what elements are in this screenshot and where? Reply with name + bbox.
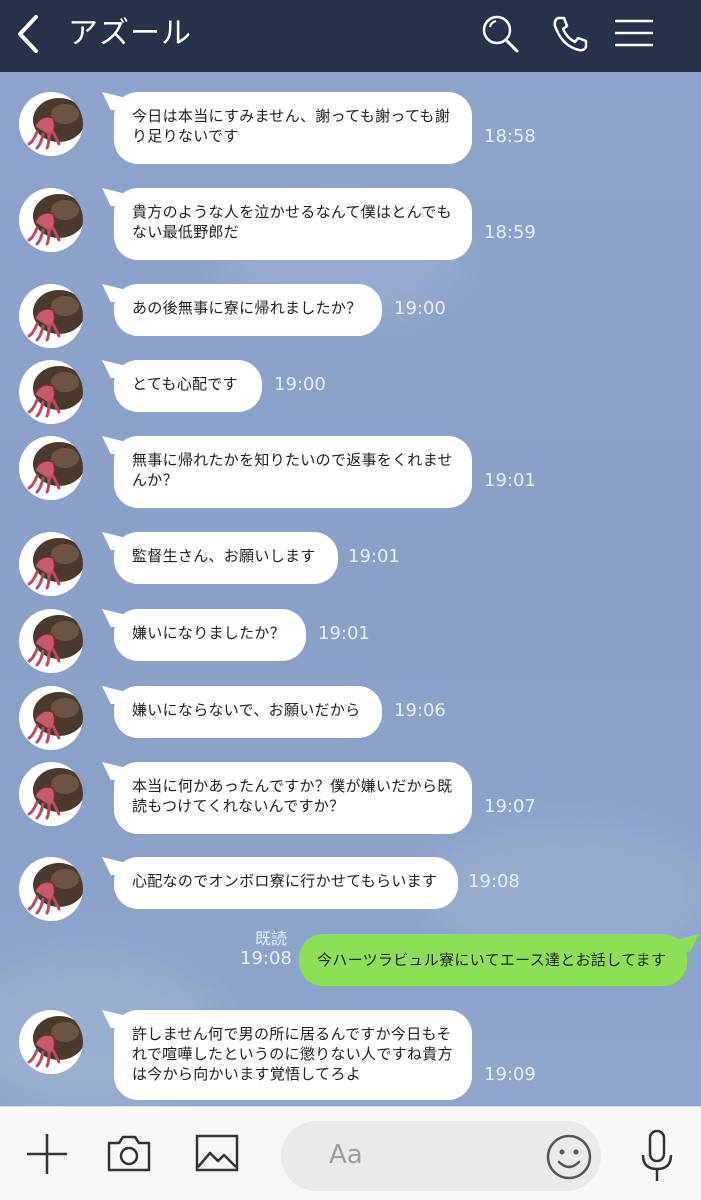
message-bubble: 無事に帰れたかを知りたいので返事をくれませ んか？	[114, 436, 472, 508]
menu-icon[interactable]	[614, 14, 654, 54]
avatar[interactable]	[19, 1010, 83, 1074]
read-receipt: 既読	[255, 929, 288, 948]
message-bubble: とても心配です	[114, 360, 262, 412]
avatar[interactable]	[19, 762, 83, 826]
camera-icon[interactable]	[106, 1133, 152, 1173]
message-time: 19:00	[274, 374, 326, 395]
avatar[interactable]	[19, 92, 83, 156]
message-time: 18:58	[484, 126, 536, 147]
message-bubble: 貴方のような人を泣かせるなんて僕はとんでも ない最低野郎だ	[114, 188, 472, 260]
chat-header: アズール	[0, 0, 701, 72]
message-time: 19:07	[484, 796, 536, 817]
avatar[interactable]	[19, 857, 83, 921]
message-input[interactable]: Aa	[281, 1121, 601, 1191]
message-bubble: 嫌いになりましたか？	[114, 609, 306, 661]
avatar[interactable]	[19, 686, 83, 750]
avatar[interactable]	[19, 436, 83, 500]
sent-message-time: 19:08	[240, 948, 292, 969]
message-time: 18:59	[484, 222, 536, 243]
input-toolbar: Aa	[0, 1106, 701, 1200]
message-bubble: 許しません何で男の所に居るんですか今日もそ れで喧嘩したというのに懲りない人です…	[114, 1010, 472, 1100]
chat-screen: アズール 今日は本当にすみません、謝っても謝っても謝 り足りないです 18:58…	[0, 0, 701, 1200]
message-time: 19:00	[394, 298, 446, 319]
avatar[interactable]	[19, 360, 83, 424]
avatar[interactable]	[19, 532, 83, 596]
back-chevron-icon[interactable]	[14, 14, 44, 54]
message-bubble: 今日は本当にすみません、謝っても謝っても謝 り足りないです	[114, 92, 472, 164]
message-time: 19:06	[394, 700, 446, 721]
message-bubble: 本当に何かあったんですか？僕が嫌いだから既 読もつけてくれないんですか？	[114, 762, 472, 834]
sent-message-bubble: 今ハーツラビュル寮にいてエース達とお話してます	[299, 934, 687, 986]
message-time: 19:01	[348, 546, 400, 567]
message-time: 19:01	[484, 470, 536, 491]
avatar[interactable]	[19, 609, 83, 673]
message-time: 19:09	[484, 1064, 536, 1085]
message-input-placeholder: Aa	[329, 1140, 363, 1170]
plus-icon[interactable]	[26, 1133, 68, 1175]
microphone-icon[interactable]	[640, 1129, 674, 1183]
avatar[interactable]	[19, 188, 83, 252]
chat-title: アズール	[68, 16, 192, 51]
search-icon[interactable]	[480, 14, 520, 54]
image-icon[interactable]	[194, 1133, 240, 1173]
message-bubble: 心配なのでオンボロ寮に行かせてもらいます	[114, 857, 458, 909]
message-bubble: 嫌いにならないで、お願いだから	[114, 686, 382, 738]
message-time: 19:08	[468, 871, 520, 892]
message-time: 19:01	[318, 623, 370, 644]
message-bubble: 監督生さん、お願いします	[114, 532, 338, 584]
avatar[interactable]	[19, 284, 83, 348]
message-bubble: あの後無事に寮に帰れましたか？	[114, 284, 382, 336]
smiley-icon[interactable]	[545, 1133, 593, 1181]
phone-icon[interactable]	[550, 14, 590, 54]
